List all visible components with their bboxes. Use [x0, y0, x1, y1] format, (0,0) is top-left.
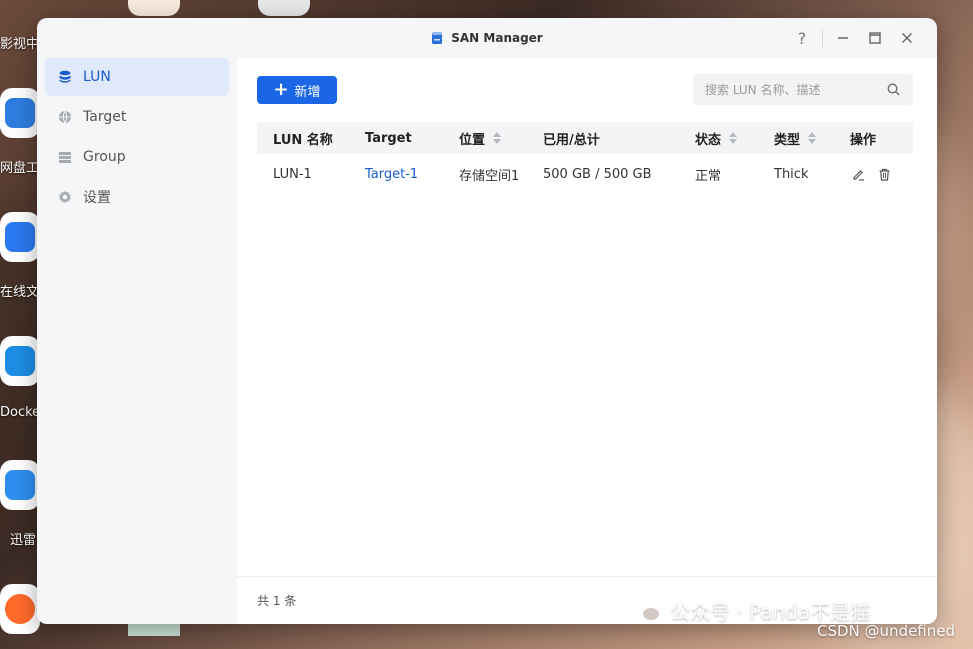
window-title-text: SAN Manager: [451, 31, 543, 45]
sidebar-item-settings[interactable]: 设置: [45, 178, 229, 216]
sidebar-item-group[interactable]: Group: [45, 138, 229, 176]
main-content: + 新增 LUN 名称 Target 位置 已用/总计 状态: [237, 58, 937, 624]
add-button-label: 新增: [294, 84, 321, 100]
cell-status: 正常: [695, 168, 722, 184]
sidebar-item-lun[interactable]: LUN: [45, 58, 229, 96]
desktop-label: 在线文: [0, 285, 40, 300]
desktop-app-top-1[interactable]: [128, 0, 180, 16]
add-button[interactable]: + 新增: [257, 76, 337, 104]
sidebar-item-label: 设置: [83, 190, 111, 206]
sidebar-item-label: Target: [83, 109, 127, 125]
close-button[interactable]: [891, 26, 923, 50]
sort-icon[interactable]: [493, 132, 502, 144]
globe-icon: [57, 109, 73, 125]
list-icon: [57, 149, 73, 165]
maximize-button[interactable]: [859, 26, 891, 50]
desktop-app-top-2[interactable]: [258, 0, 310, 16]
header-target: Target: [365, 130, 412, 146]
desktop-icon-docker[interactable]: [0, 336, 40, 386]
watermark-text: 公众号 · Panda不是猫: [670, 600, 871, 624]
table-header: LUN 名称 Target 位置 已用/总计 状态 类型 操作: [257, 122, 913, 154]
header-usage: 已用/总计: [543, 132, 600, 148]
header-status[interactable]: 状态: [679, 129, 758, 148]
sidebar: LUN Target Group 设置: [45, 58, 229, 218]
sort-icon[interactable]: [729, 132, 738, 144]
maximize-icon: [869, 32, 881, 44]
sidebar-item-target[interactable]: Target: [45, 98, 229, 136]
help-button[interactable]: ?: [786, 26, 818, 50]
edit-icon[interactable]: [850, 166, 866, 182]
gear-icon: [57, 189, 73, 205]
sidebar-item-label: LUN: [83, 69, 111, 85]
delete-icon[interactable]: [876, 166, 892, 182]
cell-type: Thick: [774, 166, 809, 182]
header-location[interactable]: 位置: [443, 129, 527, 148]
lun-table: LUN 名称 Target 位置 已用/总计 状态 类型 操作 LUN-1 Ta…: [257, 122, 913, 194]
sort-icon[interactable]: [808, 132, 817, 144]
minimize-icon: [838, 37, 848, 39]
total-count: 共 1 条: [257, 594, 297, 608]
divider: [822, 29, 823, 47]
search-input[interactable]: [705, 82, 885, 97]
desktop-icon-firefox[interactable]: [0, 584, 40, 634]
wechat-icon: [630, 598, 662, 624]
cell-location: 存储空间1: [459, 168, 520, 184]
cell-usage: 500 GB / 500 GB: [543, 166, 652, 182]
cell-actions: [834, 166, 913, 182]
window-title: SAN Manager: [431, 31, 543, 45]
san-manager-app-icon: [431, 31, 443, 45]
desktop-label: Docke: [0, 405, 41, 420]
header-actions: 操作: [850, 132, 877, 148]
database-icon: [57, 69, 73, 85]
plus-icon: +: [273, 79, 289, 100]
window-titlebar[interactable]: SAN Manager ?: [37, 18, 937, 58]
desktop-icon-netdisk[interactable]: [0, 88, 40, 138]
desktop-label: 迅雷: [10, 533, 37, 548]
header-type[interactable]: 类型: [758, 129, 834, 148]
desktop-icon-xunlei[interactable]: [0, 460, 40, 510]
sidebar-item-label: Group: [83, 149, 126, 165]
desktop-label: 网盘工: [0, 161, 40, 176]
csdn-watermark: CSDN @undefined: [817, 622, 956, 640]
cell-target-link[interactable]: Target-1: [349, 167, 443, 182]
watermark: 公众号 · Panda不是猫: [630, 596, 870, 625]
table-row[interactable]: LUN-1 Target-1 存储空间1 500 GB / 500 GB 正常 …: [257, 154, 913, 194]
san-manager-window: SAN Manager ? LUN Target Group 设置 + 新增 搜…: [37, 18, 937, 624]
desktop-label: 影视中: [0, 37, 40, 52]
header-lun-name: LUN 名称: [273, 132, 333, 148]
desktop-icon-online-doc[interactable]: [0, 212, 40, 262]
search-icon[interactable]: [885, 82, 901, 98]
close-icon: [902, 33, 912, 43]
cell-lun-name: LUN-1: [273, 166, 312, 182]
minimize-button[interactable]: [827, 26, 859, 50]
search-box: [693, 74, 913, 105]
